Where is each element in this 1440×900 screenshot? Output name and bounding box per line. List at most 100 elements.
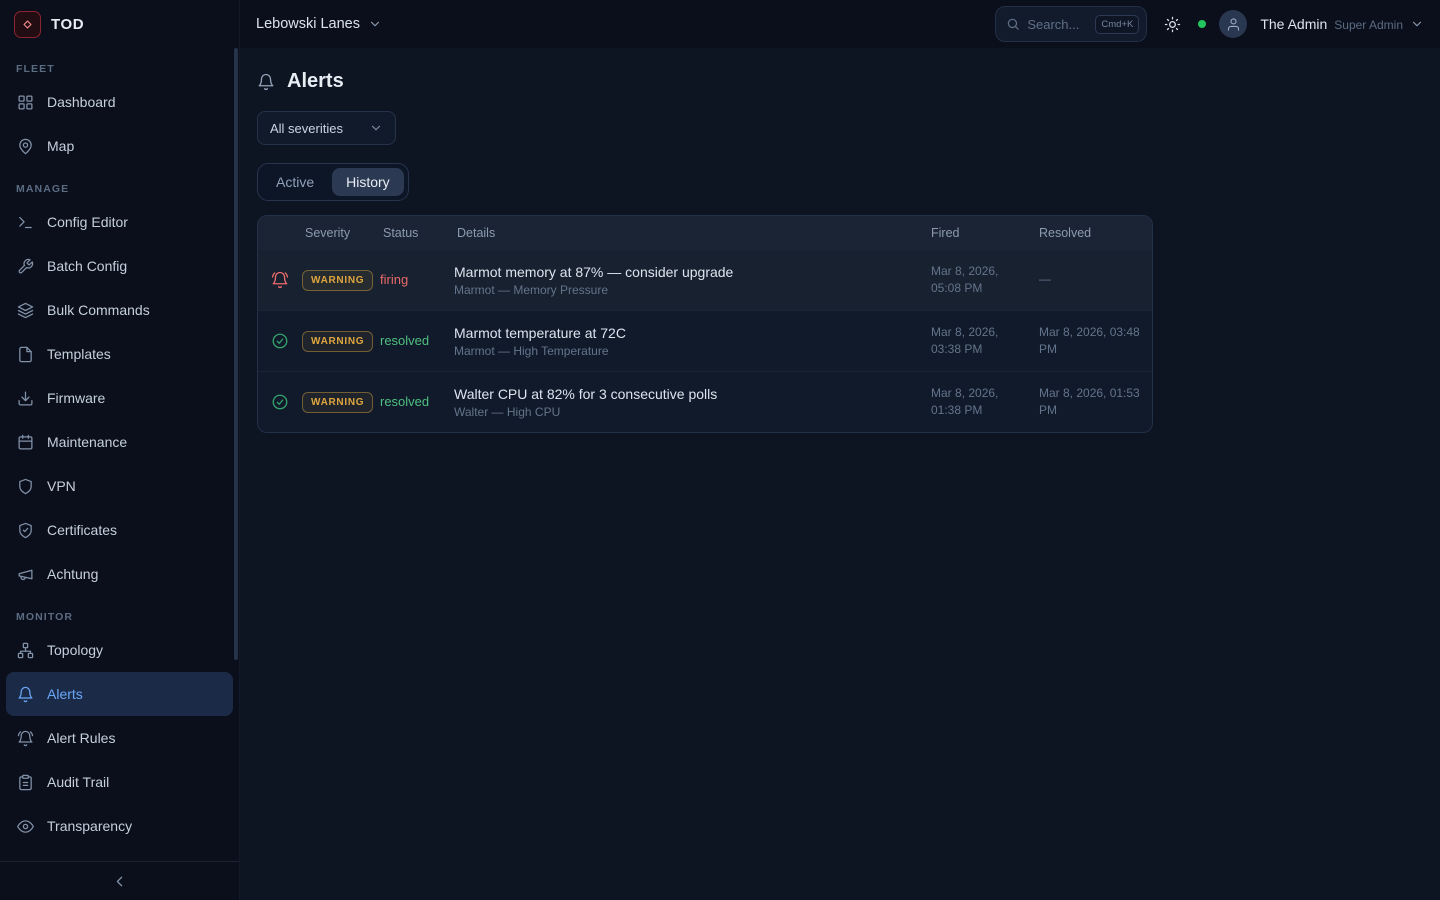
- header-fired: Fired: [922, 226, 1030, 240]
- sidebar-item-config-editor[interactable]: Config Editor: [6, 200, 233, 244]
- check-circle-icon: [271, 393, 289, 411]
- severity-badge: WARNING: [302, 270, 373, 291]
- tab-history[interactable]: History: [332, 168, 404, 196]
- bell-icon: [257, 73, 275, 91]
- sidebar-collapse-button[interactable]: [111, 873, 128, 890]
- alerts-page: Alerts All severities Active History Sev…: [240, 48, 1440, 900]
- bell-alert-icon: [271, 271, 289, 289]
- topology-icon: [17, 642, 34, 659]
- wrench-icon: [17, 258, 34, 275]
- check-circle-icon: [271, 332, 289, 350]
- sidebar-item-batch-config[interactable]: Batch Config: [6, 244, 233, 288]
- terminal-icon: [17, 214, 34, 231]
- fired-timestamp: Mar 8, 2026, 03:38 PM: [922, 324, 1030, 359]
- bell-icon: [17, 686, 34, 703]
- alert-icon-cell: [258, 332, 302, 350]
- sidebar-item-alerts[interactable]: Alerts: [6, 672, 233, 716]
- sidebar-item-dashboard[interactable]: Dashboard: [6, 80, 233, 124]
- sidebar-item-topology[interactable]: Topology: [6, 628, 233, 672]
- alert-subtitle: Marmot — High Temperature: [454, 344, 910, 358]
- search-icon: [1006, 17, 1020, 31]
- table-row[interactable]: WARNING firing Marmot memory at 87% — co…: [258, 249, 1152, 310]
- sidebar-item-label: Templates: [47, 346, 111, 362]
- sidebar-item-vpn[interactable]: VPN: [6, 464, 233, 508]
- sidebar-item-label: Maintenance: [47, 434, 127, 450]
- page-header: Alerts: [257, 70, 1423, 93]
- page-title: Alerts: [287, 70, 344, 93]
- sidebar-item-label: Config Editor: [47, 214, 128, 230]
- table-row[interactable]: WARNING resolved Walter CPU at 82% for 3…: [258, 371, 1152, 432]
- sidebar-item-label: Transparency: [47, 818, 132, 834]
- header-resolved: Resolved: [1030, 226, 1152, 240]
- tod-logo-icon: [14, 11, 41, 38]
- sidebar-item-transparency[interactable]: Transparency: [6, 804, 233, 848]
- user-role-badge: Super Admin: [1334, 18, 1403, 32]
- sidebar-item-achtung[interactable]: Achtung: [6, 552, 233, 596]
- sidebar-scrollbar[interactable]: [234, 48, 238, 660]
- dashboard-grid-icon: [17, 94, 34, 111]
- resolved-timestamp: Mar 8, 2026, 03:48 PM: [1030, 324, 1152, 359]
- alert-title: Marmot temperature at 72C: [454, 325, 910, 341]
- search-box[interactable]: Cmd+K: [995, 6, 1147, 42]
- tab-active[interactable]: Active: [262, 168, 328, 196]
- chevron-down-icon: [1410, 17, 1424, 31]
- header-status: Status: [380, 226, 454, 240]
- severity-filter-select[interactable]: All severities: [257, 111, 396, 145]
- alert-details: Marmot memory at 87% — consider upgrade …: [454, 264, 922, 297]
- resolved-timestamp: —: [1030, 271, 1152, 288]
- user-menu[interactable]: The Admin Super Admin: [1260, 16, 1424, 32]
- sidebar-item-bulk-commands[interactable]: Bulk Commands: [6, 288, 233, 332]
- search-input[interactable]: [1027, 17, 1088, 32]
- sidebar-item-label: Bulk Commands: [47, 302, 150, 318]
- org-switcher[interactable]: Lebowski Lanes: [256, 16, 382, 32]
- chevron-left-icon: [111, 873, 128, 890]
- sidebar-item-label: VPN: [47, 478, 76, 494]
- layers-icon: [17, 302, 34, 319]
- search-shortcut-kbd: Cmd+K: [1095, 15, 1139, 34]
- sidebar-item-audit-trail[interactable]: Audit Trail: [6, 760, 233, 804]
- sidebar-item-label: Dashboard: [47, 94, 116, 110]
- severity-badge: WARNING: [302, 392, 373, 413]
- sidebar-item-label: Alert Rules: [47, 730, 115, 746]
- severity-badge: WARNING: [302, 331, 373, 352]
- alert-details: Walter CPU at 82% for 3 consecutive poll…: [454, 386, 922, 419]
- alert-title: Walter CPU at 82% for 3 consecutive poll…: [454, 386, 910, 402]
- sidebar-footer: [0, 861, 239, 900]
- sidebar-item-label: Topology: [47, 642, 103, 658]
- table-header-row: Severity Status Details Fired Resolved: [258, 216, 1152, 249]
- alerts-tabs: Active History: [257, 163, 409, 201]
- online-status-dot: [1198, 20, 1206, 28]
- user-icon: [1226, 17, 1241, 32]
- topbar: Lebowski Lanes Cmd+K The Admin Super Adm…: [240, 0, 1440, 48]
- header-severity: Severity: [302, 226, 380, 240]
- user-name: The Admin: [1260, 16, 1327, 32]
- sidebar-item-label: Map: [47, 138, 74, 154]
- alert-subtitle: Marmot — Memory Pressure: [454, 283, 910, 297]
- bell-ring-icon: [17, 730, 34, 747]
- sidebar-item-alert-rules[interactable]: Alert Rules: [6, 716, 233, 760]
- avatar[interactable]: [1219, 10, 1247, 38]
- org-name: Lebowski Lanes: [256, 16, 360, 32]
- megaphone-icon: [17, 566, 34, 583]
- alert-subtitle: Walter — High CPU: [454, 405, 910, 419]
- header-details: Details: [454, 226, 922, 240]
- status-text: resolved: [380, 333, 429, 348]
- status-text: resolved: [380, 394, 429, 409]
- download-icon: [17, 390, 34, 407]
- sidebar-item-firmware[interactable]: Firmware: [6, 376, 233, 420]
- section-label-manage: MANAGE: [0, 168, 239, 200]
- sidebar-item-templates[interactable]: Templates: [6, 332, 233, 376]
- sidebar-item-map[interactable]: Map: [6, 124, 233, 168]
- fired-timestamp: Mar 8, 2026, 05:08 PM: [922, 263, 1030, 298]
- sidebar-item-label: Alerts: [47, 686, 83, 702]
- app-name: TOD: [51, 16, 84, 33]
- shield-icon: [17, 478, 34, 495]
- alerts-table: Severity Status Details Fired Resolved W…: [257, 215, 1153, 433]
- section-label-monitor: MONITOR: [0, 596, 239, 628]
- app-logo[interactable]: TOD: [0, 0, 239, 48]
- theme-toggle-button[interactable]: [1160, 12, 1185, 37]
- sidebar-item-maintenance[interactable]: Maintenance: [6, 420, 233, 464]
- alert-icon-cell: [258, 271, 302, 289]
- sidebar-item-certificates[interactable]: Certificates: [6, 508, 233, 552]
- table-row[interactable]: WARNING resolved Marmot temperature at 7…: [258, 310, 1152, 371]
